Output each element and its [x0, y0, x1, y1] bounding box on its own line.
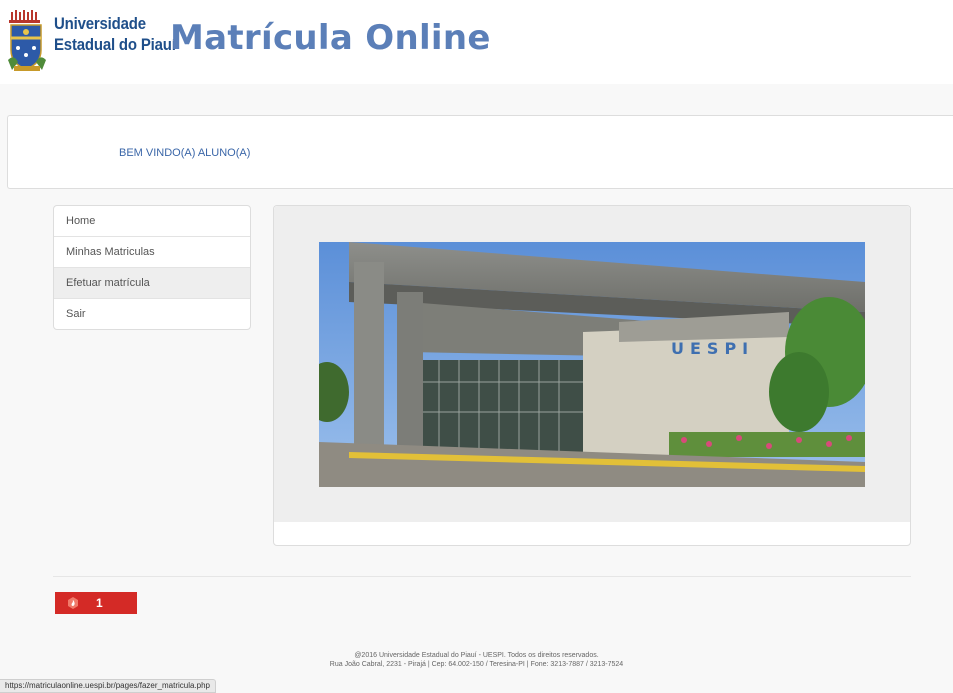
page-title: Matrícula Online — [170, 18, 491, 58]
university-name-line2: Estadual do Piauí — [54, 35, 176, 54]
campus-building-image: UESPI — [319, 242, 865, 487]
footer-divider — [53, 576, 911, 577]
university-name-line1: Universidade — [54, 14, 146, 33]
building-sign-text: UESPI — [671, 339, 754, 358]
main-content-panel: UESPI — [273, 205, 911, 546]
footer-address: Rua João Cabral, 2231 - Pirajá | Cep: 64… — [329, 661, 624, 668]
university-crest-logo — [8, 10, 46, 71]
nav-item-home[interactable]: Home — [54, 206, 250, 237]
header: Universidade Estadual do Piauí Matrícula… — [0, 0, 953, 84]
welcome-message: BEM VINDO(A) ALUNO(A) — [119, 147, 251, 159]
footer-copyright: @2016 Universidade Estadual do Piauí - U… — [354, 652, 599, 659]
nav-item-minhas-matriculas[interactable]: Minhas Matriculas — [54, 237, 250, 268]
nav-item-efetuar-matricula[interactable]: Efetuar matrícula — [54, 268, 250, 299]
image-banner: UESPI — [274, 206, 910, 522]
notification-count: 1 — [96, 596, 103, 610]
notification-badge[interactable]: 1 — [55, 592, 137, 614]
footer: @2016 Universidade Estadual do Piauí - U… — [0, 651, 953, 669]
flame-icon — [68, 597, 78, 609]
sidebar-nav: Home Minhas Matriculas Efetuar matrícula… — [53, 205, 251, 330]
nav-item-sair[interactable]: Sair — [54, 299, 250, 329]
status-bar-url: https://matriculaonline.uespi.br/pages/f… — [0, 679, 216, 693]
welcome-panel: BEM VINDO(A) ALUNO(A) — [7, 115, 953, 189]
